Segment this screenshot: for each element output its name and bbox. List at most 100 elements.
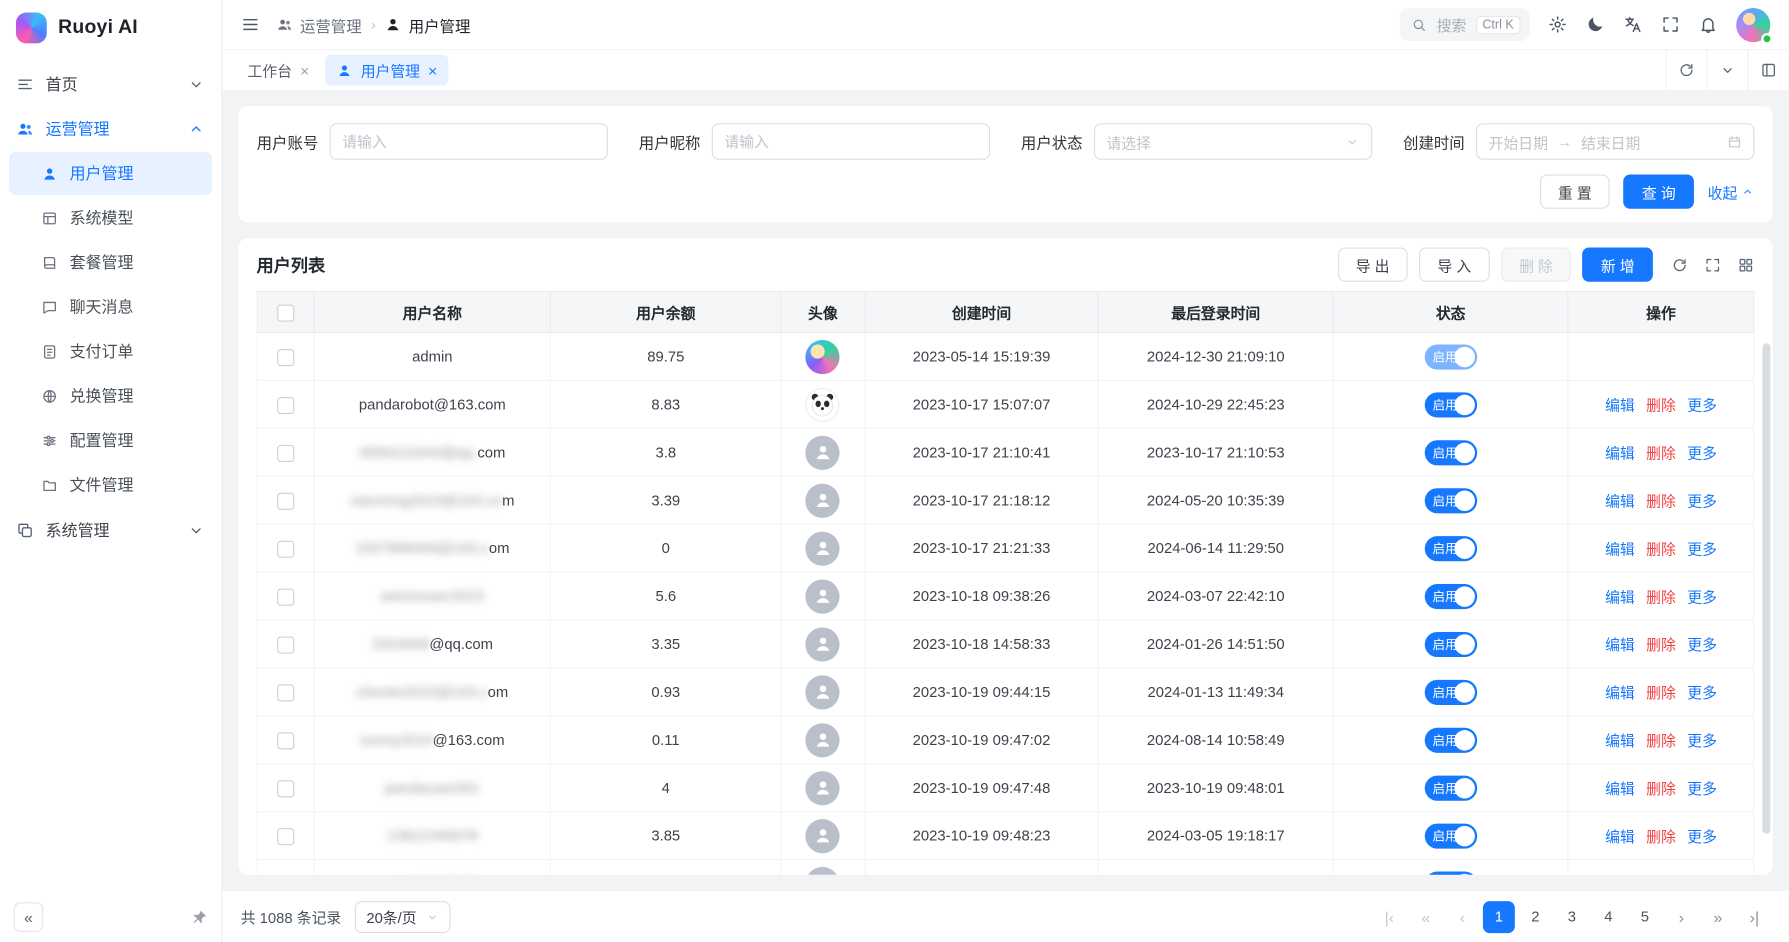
translate-icon[interactable] <box>1623 15 1642 34</box>
status-toggle[interactable]: 启用 <box>1424 871 1476 875</box>
add-button[interactable]: 新 增 <box>1583 248 1653 282</box>
user-nickname-input[interactable] <box>712 123 990 160</box>
first-page-button[interactable]: |‹ <box>1373 901 1405 933</box>
edit-link[interactable]: 编辑 <box>1605 637 1635 654</box>
fullscreen-icon[interactable] <box>1661 15 1680 34</box>
hamburger-menu-icon[interactable] <box>241 15 260 34</box>
refresh-icon[interactable] <box>1665 50 1706 91</box>
create-time-range[interactable]: 开始日期→结束日期 <box>1476 123 1754 160</box>
settings-icon[interactable] <box>1548 15 1567 34</box>
edit-link[interactable]: 编辑 <box>1605 541 1635 558</box>
sidebar-item-config-management[interactable]: 配置管理 <box>9 419 212 462</box>
delete-link[interactable]: 删除 <box>1646 732 1676 749</box>
delete-button[interactable]: 删 除 <box>1501 248 1571 282</box>
row-checkbox[interactable] <box>277 492 294 509</box>
moon-icon[interactable] <box>1586 15 1605 34</box>
delete-link[interactable]: 删除 <box>1646 445 1676 462</box>
row-checkbox[interactable] <box>277 396 294 413</box>
edit-link[interactable]: 编辑 <box>1605 732 1635 749</box>
row-checkbox[interactable] <box>277 732 294 749</box>
edit-link[interactable]: 编辑 <box>1605 445 1635 462</box>
more-link[interactable]: 更多 <box>1687 780 1717 797</box>
delete-link[interactable]: 删除 <box>1646 780 1676 797</box>
more-link[interactable]: 更多 <box>1687 828 1717 845</box>
close-icon[interactable]: × <box>428 62 437 78</box>
row-checkbox[interactable] <box>277 636 294 653</box>
more-link[interactable]: 更多 <box>1687 589 1717 606</box>
row-checkbox[interactable] <box>277 349 294 366</box>
sidebar-item-file-management[interactable]: 文件管理 <box>9 463 212 506</box>
sidebar-item-user-management[interactable]: 用户管理 <box>9 152 212 195</box>
sidebar-item-home[interactable]: 首页 <box>0 62 221 106</box>
table-scrollbar[interactable] <box>1762 343 1770 834</box>
pin-icon[interactable] <box>190 909 207 926</box>
status-toggle[interactable]: 启用 <box>1424 823 1476 848</box>
more-link[interactable]: 更多 <box>1687 493 1717 510</box>
delete-link[interactable]: 删除 <box>1646 541 1676 558</box>
sidebar-item-system-model[interactable]: 系统模型 <box>9 196 212 239</box>
collapse-filter-link[interactable]: 收起 <box>1708 181 1755 203</box>
breadcrumb-item-user-management[interactable]: 用户管理 <box>385 13 471 36</box>
tab-user-management[interactable]: 用户管理× <box>325 55 448 86</box>
export-button[interactable]: 导 出 <box>1337 248 1407 282</box>
user-status-select[interactable]: 请选择 <box>1094 123 1372 160</box>
chevron-down-icon[interactable] <box>1706 50 1747 91</box>
sidebar-item-payment-orders[interactable]: 支付订单 <box>9 330 212 373</box>
close-icon[interactable]: × <box>300 62 309 78</box>
more-link[interactable]: 更多 <box>1687 541 1717 558</box>
sidebar-item-system-management[interactable]: 系统管理 <box>0 508 221 552</box>
status-toggle[interactable]: 启用 <box>1424 679 1476 704</box>
sidebar-item-exchange-management[interactable]: 兑换管理 <box>9 374 212 417</box>
page-button-4[interactable]: 4 <box>1592 901 1624 933</box>
app-logo-row[interactable]: Ruoyi AI <box>0 0 221 55</box>
reset-button[interactable]: 重 置 <box>1540 175 1610 209</box>
status-toggle[interactable]: 启用 <box>1424 392 1476 417</box>
jump-back-button[interactable]: « <box>1410 901 1442 933</box>
page-button-1[interactable]: 1 <box>1483 901 1515 933</box>
sidebar-collapse-button[interactable]: « <box>14 902 44 932</box>
more-link[interactable]: 更多 <box>1687 732 1717 749</box>
user-account-input[interactable] <box>330 123 608 160</box>
more-link[interactable]: 更多 <box>1687 445 1717 462</box>
delete-link[interactable]: 删除 <box>1646 637 1676 654</box>
delete-link[interactable]: 删除 <box>1646 493 1676 510</box>
status-toggle[interactable]: 启用 <box>1424 727 1476 752</box>
fullscreen-icon[interactable] <box>1704 256 1721 273</box>
page-button-2[interactable]: 2 <box>1519 901 1551 933</box>
more-link[interactable]: 更多 <box>1687 684 1717 701</box>
status-toggle[interactable]: 启用 <box>1424 775 1476 800</box>
status-toggle[interactable]: 启用 <box>1424 440 1476 465</box>
row-checkbox[interactable] <box>277 444 294 461</box>
edit-link[interactable]: 编辑 <box>1605 684 1635 701</box>
status-toggle[interactable]: 启用 <box>1424 344 1476 369</box>
row-checkbox[interactable] <box>277 588 294 605</box>
row-checkbox[interactable] <box>277 828 294 845</box>
user-avatar[interactable] <box>1736 7 1770 41</box>
more-link[interactable]: 更多 <box>1687 637 1717 654</box>
refresh-icon[interactable] <box>1671 256 1688 273</box>
jump-forward-button[interactable]: » <box>1702 901 1734 933</box>
delete-link[interactable]: 删除 <box>1646 828 1676 845</box>
page-button-3[interactable]: 3 <box>1556 901 1588 933</box>
status-toggle[interactable]: 启用 <box>1424 631 1476 656</box>
layout-icon[interactable] <box>1748 50 1789 91</box>
row-checkbox[interactable] <box>277 684 294 701</box>
edit-link[interactable]: 编辑 <box>1605 493 1635 510</box>
delete-link[interactable]: 删除 <box>1646 684 1676 701</box>
grid-icon[interactable] <box>1737 256 1754 273</box>
select-all-checkbox[interactable] <box>277 304 294 321</box>
next-page-button[interactable]: › <box>1665 901 1697 933</box>
delete-link[interactable]: 删除 <box>1646 589 1676 606</box>
more-link[interactable]: 更多 <box>1687 397 1717 414</box>
edit-link[interactable]: 编辑 <box>1605 589 1635 606</box>
row-checkbox[interactable] <box>277 780 294 797</box>
edit-link[interactable]: 编辑 <box>1605 780 1635 797</box>
delete-link[interactable]: 删除 <box>1646 397 1676 414</box>
breadcrumb-item-operations[interactable]: 运营管理 <box>276 13 362 36</box>
sidebar-item-package-management[interactable]: 套餐管理 <box>9 241 212 284</box>
status-toggle[interactable]: 启用 <box>1424 536 1476 561</box>
last-page-button[interactable]: ›| <box>1738 901 1770 933</box>
status-toggle[interactable]: 启用 <box>1424 488 1476 513</box>
import-button[interactable]: 导 入 <box>1419 248 1489 282</box>
sidebar-item-chat-messages[interactable]: 聊天消息 <box>9 285 212 328</box>
